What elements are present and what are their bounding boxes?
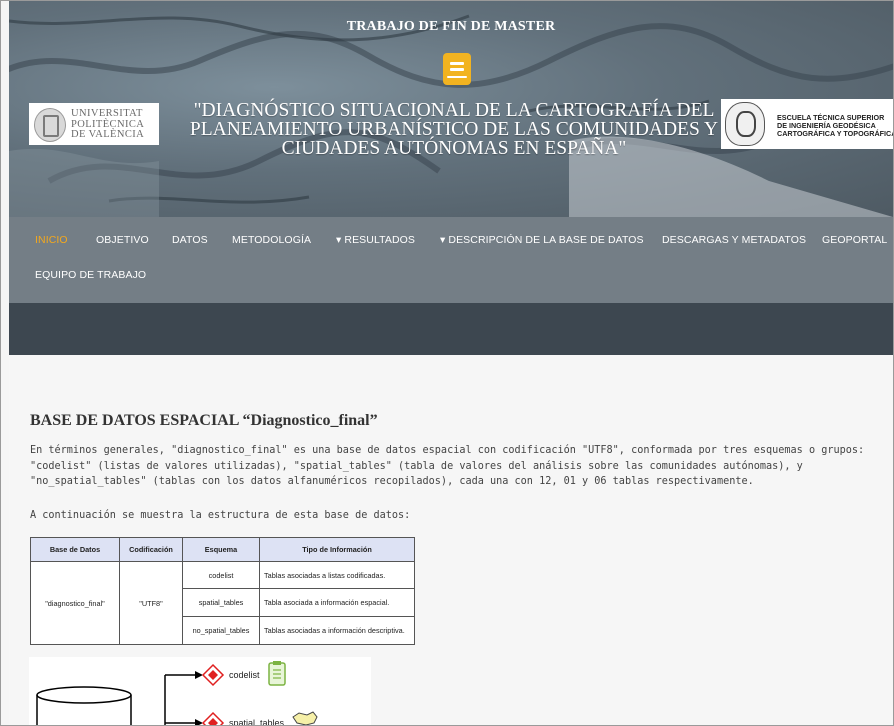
table-header-row: Base de Datos Codificación Esquema Tipo … [30,537,415,562]
nav-item-metodologia[interactable]: METODOLOGÍA [232,234,311,246]
nav-item-geoportal[interactable]: GEOPORTAL [822,234,887,246]
section-title: BASE DE DATOS ESPACIAL “Diagnostico_fina… [30,412,378,429]
schema-diamond-icon [201,663,225,687]
table-row: "diagnostico_final" "UTF8" codelist Tabl… [30,561,415,645]
info-cell: Tabla asociada a información espacial. [259,588,415,617]
intro-paragraph: En términos generales, "diagnostico_fina… [30,445,865,487]
project-title-line: CIUDADES AUTÓNOMAS EN ESPAÑA" [281,138,627,159]
master-thesis-label: TRABAJO DE FIN DE MASTER [346,19,556,34]
etsi-logo-text: ESCUELA TÉCNICA SUPERIOR DE INGENIERÍA G… [777,114,893,138]
database-name-cell: "diagnostico_final" [30,561,120,645]
nav-item-descargas[interactable]: DESCARGAS Y METADATOS [662,234,806,246]
info-cell: Tablas asociadas a listas codificadas. [259,561,415,589]
nav-item-datos[interactable]: DATOS [172,234,208,246]
arrow-head [195,719,203,725]
database-structure-table: Base de Datos Codificación Esquema Tipo … [30,537,415,645]
column-header: Codificación [119,537,183,562]
column-header: Esquema [182,537,260,562]
project-title-line: "DIAGNÓSTICO SITUACIONAL DE LA CARTOGRAF… [193,100,715,121]
diagram-node-codelist: codelist [229,670,260,680]
schema-diamond-icon [201,711,225,725]
etsi-logo[interactable]: ESCUELA TÉCNICA SUPERIOR DE INGENIERÍA G… [721,99,893,149]
header-banner: TRABAJO DE FIN DE MASTER UNIVERSITAT POL… [9,1,893,217]
upv-logo-line: UNIVERSITAT [71,108,143,119]
clipboard-icon [268,661,286,686]
info-cell: Tablas asociadas a información descripti… [259,616,415,645]
browser-page: TRABAJO DE FIN DE MASTER UNIVERSITAT POL… [0,0,894,726]
encoding-cell: "UTF8" [119,561,183,645]
database-schema-diagram: diagnostico_final codelist [29,657,371,726]
schema-cell: no_spatial_tables [182,616,260,645]
etsi-logo-line: CARTOGRÁFICA Y TOPOGRÁFICA [777,129,893,138]
project-title-line: PLANEAMIENTO URBANÍSTICO DE LAS COMUNIDA… [189,119,719,140]
structure-intro-text: A continuación se muestra la estructura … [30,510,411,521]
schema-cell: codelist [182,561,260,589]
nav-item-equipo[interactable]: EQUIPO DE TRABAJO [35,269,146,281]
diagram-svg: diagnostico_final codelist [36,661,318,726]
header-divider-band [9,303,893,355]
etsi-emblem-icon [725,102,765,146]
nav-item-objetivo[interactable]: OBJETIVO [96,234,149,246]
project-title: "DIAGNÓSTICO SITUACIONAL DE LA CARTOGRAF… [169,100,739,159]
main-content: BASE DE DATOS ESPACIAL “Diagnostico_fina… [9,355,893,726]
nav-item-inicio[interactable]: INICIO [35,234,68,246]
map-shape-icon [292,711,318,725]
nav-item-descripcion-dropdown[interactable]: ▾ DESCRIPCIÓN DE LA BASE DE DATOS [440,234,644,246]
upv-logo-line: DE VALÈNCIA [71,129,145,140]
column-header: Base de Datos [30,537,120,562]
arrow-head [195,671,203,679]
upv-seal-icon [34,108,66,142]
main-navigation: INICIO OBJETIVO DATOS METODOLOGÍA ▾ RESU… [9,217,893,303]
schema-cell: spatial_tables [182,588,260,617]
upv-logo-text: UNIVERSITAT POLITÈCNICA DE VALÈNCIA [71,108,145,141]
database-cylinder-icon [36,686,132,725]
column-header: Tipo de Información [259,537,415,562]
nav-item-resultados-dropdown[interactable]: ▾ RESULTADOS [336,234,415,246]
upv-logo[interactable]: UNIVERSITAT POLITÈCNICA DE VALÈNCIA [29,103,159,145]
book-icon [443,53,471,85]
diagram-node-spatial-tables: spatial_tables [229,718,285,726]
